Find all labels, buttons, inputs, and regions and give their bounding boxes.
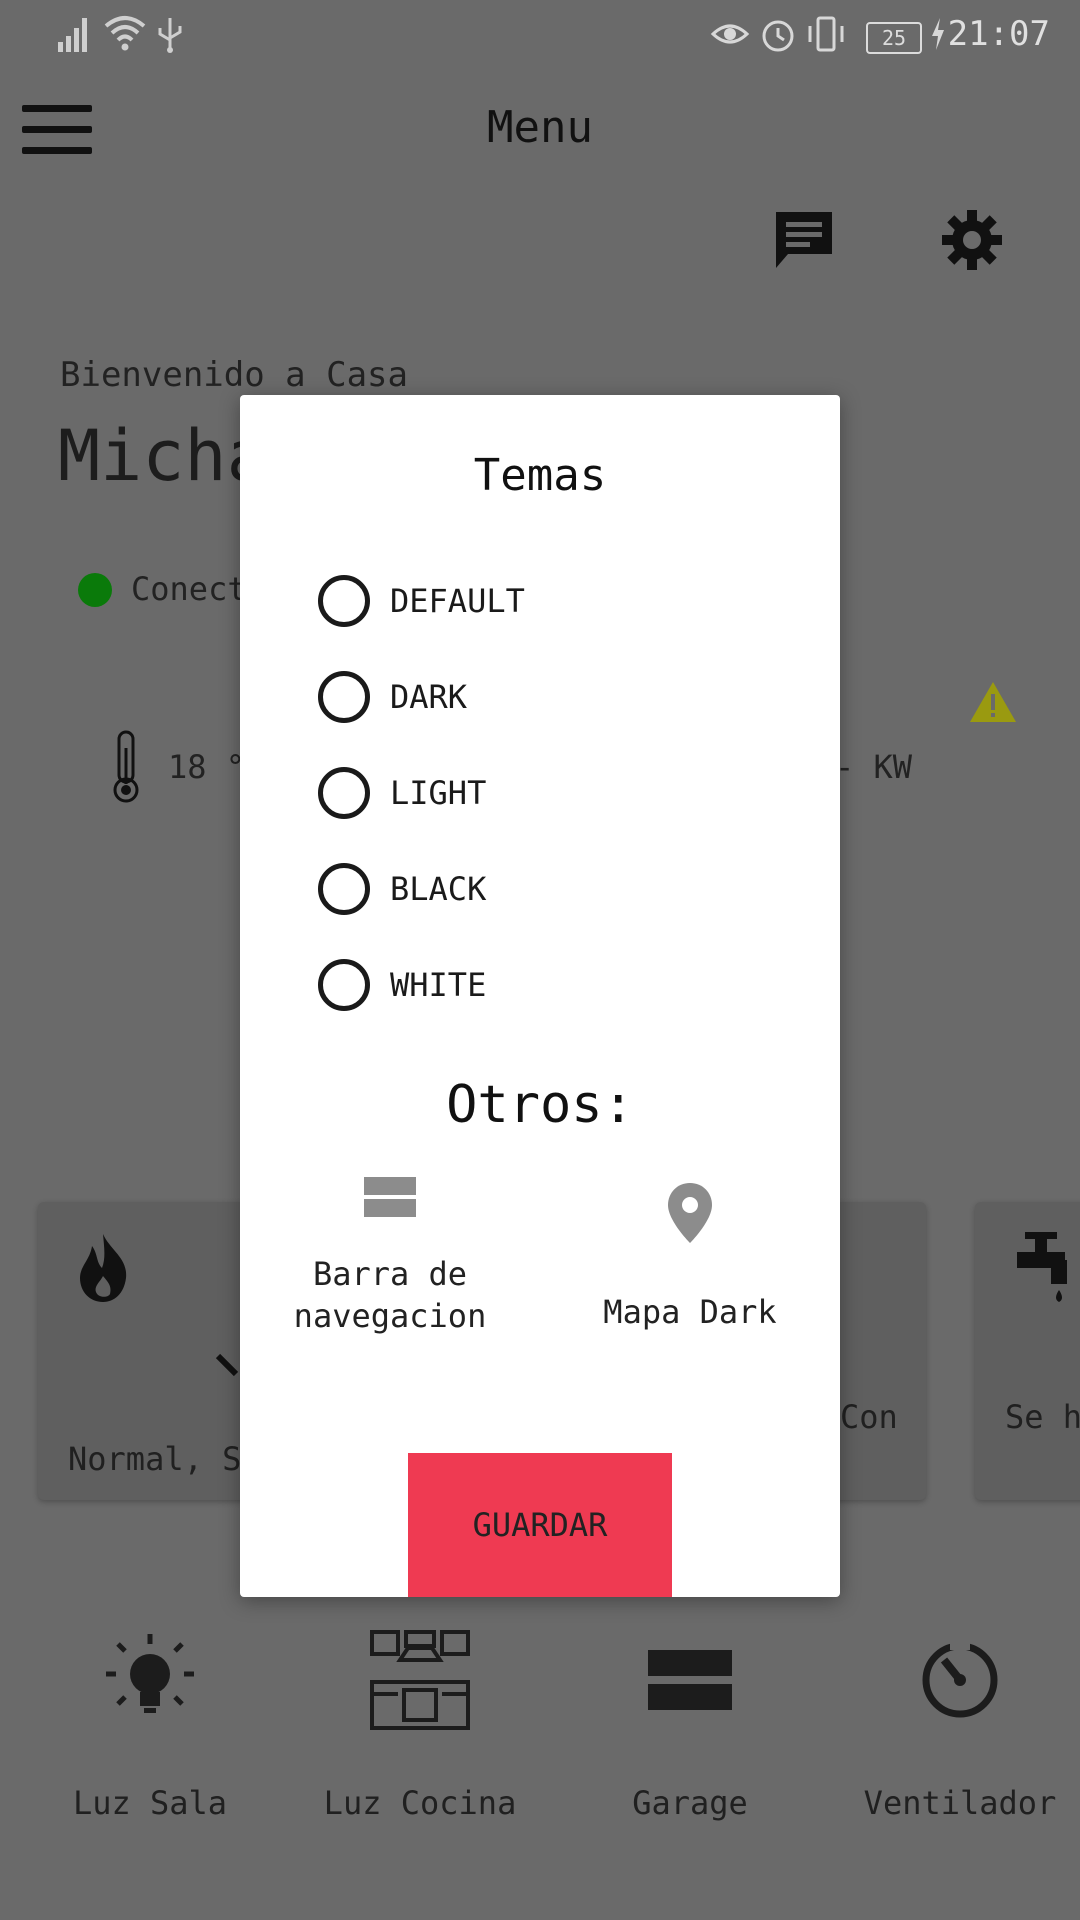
nav-label: Garage (632, 1784, 748, 1822)
theme-label: DARK (390, 678, 468, 716)
gear-icon[interactable] (940, 208, 1004, 272)
bulb-icon (106, 1634, 194, 1713)
nav-label: Ventilador (863, 1784, 1057, 1822)
map-pin-icon (668, 1183, 712, 1243)
theme-option-white[interactable]: WHITE (318, 955, 486, 1015)
kitchen-icon (370, 1630, 470, 1730)
faucet-icon (1017, 1232, 1067, 1302)
battery-indicator: 25 (866, 22, 922, 54)
status-time: 21:07 (947, 14, 1050, 54)
option-label-line1: Mapa Dark (603, 1293, 777, 1331)
warning-icon (970, 682, 1016, 722)
chat-icon[interactable] (772, 208, 836, 272)
option-label-line2: navegacion (293, 1297, 487, 1335)
save-button[interactable]: GUARDAR (408, 1453, 672, 1597)
card-text-fire: Normal, Si (68, 1440, 261, 1478)
page-title: Menu (487, 102, 593, 153)
card-text-power: Con (840, 1398, 898, 1436)
option-label-line1: Barra de (312, 1255, 468, 1293)
charging-icon (932, 18, 944, 50)
welcome-text: Bienvenido a Casa (60, 355, 408, 395)
usb-icon (158, 18, 182, 53)
theme-label: WHITE (390, 966, 487, 1004)
nav-label: Luz Sala (72, 1784, 228, 1822)
signal-icon (58, 18, 87, 52)
theme-dialog: Temas DEFAULT DARK LIGHT BLACK WHITE Otr… (240, 395, 840, 1597)
theme-option-default[interactable]: DEFAULT (318, 571, 525, 631)
theme-option-dark[interactable]: DARK (318, 667, 467, 727)
connection-status-text: Conect (131, 570, 247, 608)
option-map-dark[interactable]: Mapa Dark (540, 1181, 840, 1333)
status-card-water[interactable]: Se h (975, 1202, 1080, 1500)
alarm-icon (762, 20, 794, 52)
nav-ventilador[interactable]: Ventilador (825, 1630, 1080, 1822)
radio-button[interactable] (318, 959, 370, 1011)
card-text-water: Se h (1005, 1398, 1080, 1436)
nav-label: Luz Cocina (323, 1784, 517, 1822)
theme-label: LIGHT (390, 774, 487, 812)
wifi-icon (104, 16, 146, 51)
fire-icon (80, 1234, 127, 1302)
theme-label: BLACK (390, 870, 487, 908)
thermometer-icon (113, 730, 139, 803)
theme-option-light[interactable]: LIGHT (318, 763, 486, 823)
garage-icon (648, 1650, 732, 1710)
connection-status-dot (78, 573, 112, 607)
eye-icon (710, 24, 750, 44)
navbar-icon (364, 1177, 416, 1217)
radio-button[interactable] (318, 767, 370, 819)
others-title: Otros: (446, 1075, 634, 1135)
radio-button[interactable] (318, 671, 370, 723)
nav-garage[interactable]: Garage (555, 1630, 825, 1822)
radio-button[interactable] (318, 863, 370, 915)
nav-luz-cocina[interactable]: Luz Cocina (285, 1630, 555, 1822)
option-label: Barra de navegacion (240, 1253, 540, 1337)
vibrate-icon (808, 16, 844, 52)
theme-option-black[interactable]: BLACK (318, 859, 486, 919)
fan-icon (922, 1636, 998, 1718)
radio-button[interactable] (318, 575, 370, 627)
nav-luz-sala[interactable]: Luz Sala (15, 1630, 285, 1822)
option-label: Mapa Dark (540, 1291, 840, 1333)
power-value: - KW (835, 748, 913, 786)
dialog-title: Temas (473, 450, 607, 501)
status-bar: 25 21:07 (0, 0, 1080, 76)
option-navigation-bar[interactable]: Barra de navegacion (240, 1175, 540, 1337)
theme-label: DEFAULT (390, 582, 525, 620)
user-name: Micha (58, 415, 269, 497)
